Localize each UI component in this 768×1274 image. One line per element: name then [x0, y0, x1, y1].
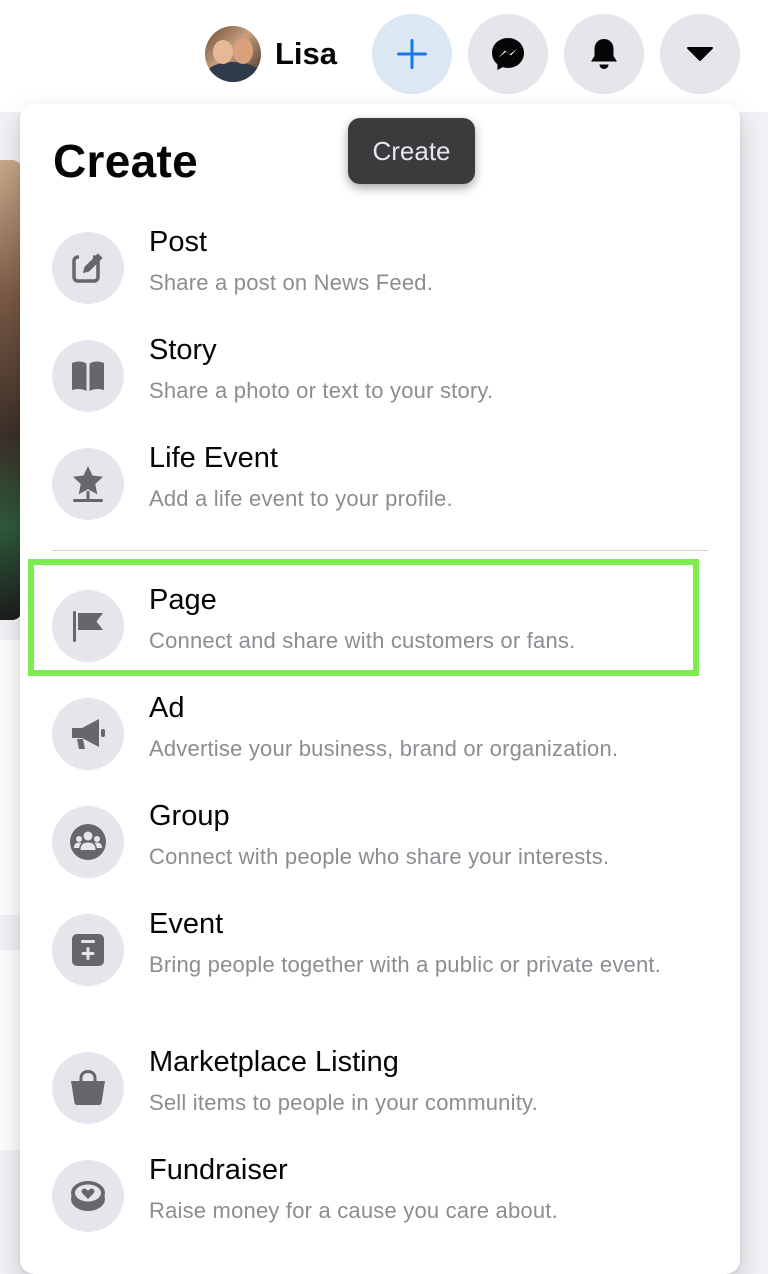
menu-item-label: Ad	[149, 692, 185, 724]
star-icon	[52, 448, 124, 520]
menu-item-label: Life Event	[149, 442, 278, 474]
book-icon	[52, 340, 124, 412]
plus-icon	[397, 39, 427, 69]
menu-item-label: Post	[149, 226, 208, 258]
menu-item-description: Raise money for a cause you care about.	[149, 1198, 558, 1223]
messenger-button[interactable]	[468, 14, 548, 94]
megaphone-icon	[52, 698, 124, 770]
create-menu: Create Post Share a post on News Feed. S…	[20, 104, 740, 1274]
menu-item-story[interactable]: Story Share a photo or text to your stor…	[52, 328, 708, 428]
menu-item-post[interactable]: Post Share a post on News Feed.	[52, 220, 708, 320]
create-button[interactable]	[372, 14, 452, 94]
background-card	[0, 640, 22, 915]
menu-item-label: Event	[149, 908, 224, 940]
menu-divider	[52, 550, 708, 551]
menu-item-label: Fundraiser	[149, 1154, 288, 1186]
group-icon	[52, 806, 124, 878]
background-card	[0, 950, 22, 1150]
menu-item-marketplace-listing[interactable]: Marketplace Listing Sell items to people…	[52, 1040, 708, 1140]
heart-coin-icon	[52, 1160, 124, 1232]
create-tooltip: Create	[348, 118, 475, 184]
top-navigation-bar: Lisa	[0, 0, 768, 112]
calendar-plus-icon	[52, 914, 124, 986]
notifications-button[interactable]	[564, 14, 644, 94]
flag-icon	[52, 590, 124, 662]
menu-item-event[interactable]: Event Bring people together with a publi…	[52, 902, 708, 1002]
profile-name: Lisa	[275, 36, 338, 71]
bell-icon	[591, 39, 617, 69]
avatar	[205, 26, 261, 82]
compose-icon	[52, 232, 124, 304]
menu-item-label: Story	[149, 334, 217, 366]
menu-item-description: Advertise your business, brand or organi…	[149, 736, 619, 761]
menu-item-label: Marketplace Listing	[149, 1046, 399, 1078]
menu-title: Create	[53, 135, 198, 187]
shopping-bag-icon	[52, 1052, 124, 1124]
account-button[interactable]	[660, 14, 740, 94]
menu-item-life-event[interactable]: Life Event Add a life event to your prof…	[52, 436, 708, 536]
profile-shortcut[interactable]: Lisa	[205, 26, 337, 82]
menu-item-label: Group	[149, 800, 230, 832]
menu-item-ad[interactable]: Ad Advertise your business, brand or org…	[52, 686, 708, 786]
menu-item-fundraiser[interactable]: Fundraiser Raise money for a cause you c…	[52, 1148, 708, 1248]
menu-item-description: Connect with people who share your inter…	[149, 844, 610, 869]
background-post-image	[0, 160, 22, 620]
menu-item-label: Page	[149, 584, 217, 616]
menu-item-description: Share a photo or text to your story.	[149, 378, 494, 403]
menu-item-description: Add a life event to your profile.	[149, 486, 453, 511]
menu-item-page[interactable]: Page Connect and share with customers or…	[52, 578, 708, 678]
messenger-icon	[492, 38, 524, 70]
menu-item-description: Bring people together with a public or p…	[149, 952, 662, 977]
menu-item-description: Sell items to people in your community.	[149, 1090, 538, 1115]
caret-down-icon	[687, 47, 713, 61]
menu-item-description: Share a post on News Feed.	[149, 270, 434, 295]
menu-item-group[interactable]: Group Connect with people who share your…	[52, 794, 708, 894]
menu-item-description: Connect and share with customers or fans…	[149, 628, 576, 653]
